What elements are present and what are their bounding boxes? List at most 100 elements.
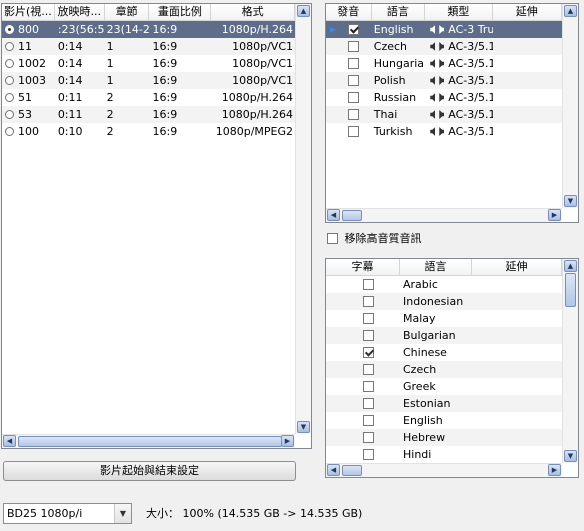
video-list-horizontal-scrollbar[interactable]: ◀ ▶ (2, 434, 295, 448)
audio-list-horizontal-scrollbar[interactable]: ◀ ▶ (326, 208, 562, 222)
column-header-title[interactable]: 影片(視... (2, 4, 55, 20)
chevron-down-icon[interactable]: ▼ (114, 504, 131, 523)
audio-track-checkbox[interactable] (348, 109, 359, 120)
dolby-digital-icon (430, 76, 444, 85)
subtitle-row[interactable]: Hebrew (326, 429, 562, 446)
set-start-end-button[interactable]: 影片起始與結束設定 (3, 461, 296, 481)
subtitle-list-horizontal-scrollbar[interactable]: ◀ ▶ (326, 463, 562, 477)
subtitle-checkbox[interactable] (363, 398, 374, 409)
radio-button[interactable] (5, 25, 14, 34)
subtitle-list[interactable]: 字幕 語言 延伸 Arabic Indonesian Malay Bulgarian C… (325, 258, 579, 478)
audio-list-vertical-scrollbar[interactable]: ▲ ▼ (562, 4, 578, 208)
subtitle-row[interactable]: Arabic (326, 276, 562, 293)
subtitle-checkbox[interactable] (363, 347, 374, 358)
subtitle-row[interactable]: English (326, 412, 562, 429)
radio-button[interactable] (5, 93, 14, 102)
video-title-row[interactable]: 100 0:10 2 16:9 1080p/MPEG2 (2, 123, 295, 140)
scroll-thumb[interactable] (565, 273, 576, 307)
video-title-row[interactable]: 11 0:14 1 16:9 1080p/VC1 (2, 38, 295, 55)
cell-language: Hebrew (403, 431, 446, 444)
scroll-up-arrow[interactable]: ▲ (564, 260, 577, 272)
audio-track-row[interactable]: Hungarian AC-3/5.1 (326, 55, 562, 72)
scroll-right-arrow[interactable]: ▶ (548, 464, 561, 476)
column-header-subtitle[interactable]: 字幕 (326, 259, 400, 275)
audio-track-list[interactable]: 發音 語言 類型 延伸 ▶ English AC-3 TrueHD Czech AC-3… (325, 3, 579, 223)
remove-hd-audio-checkbox[interactable] (327, 233, 338, 244)
video-title-row[interactable]: 51 0:11 2 16:9 1080p/H.264 (2, 89, 295, 106)
subtitle-checkbox[interactable] (363, 296, 374, 307)
scroll-thumb[interactable] (18, 436, 282, 447)
cell-extension (493, 55, 562, 72)
output-profile-dropdown[interactable]: BD25 1080p/i ▼ (3, 503, 132, 524)
column-header-type[interactable]: 類型 (425, 4, 493, 20)
subtitle-row[interactable]: Bulgarian (326, 327, 562, 344)
radio-button[interactable] (5, 110, 14, 119)
cell-chapters: 1 (106, 40, 114, 53)
video-title-row[interactable]: 53 0:11 2 16:9 1080p/H.264 (2, 106, 295, 123)
radio-button[interactable] (5, 42, 14, 51)
video-list-vertical-scrollbar[interactable]: ▲ ▼ (295, 4, 311, 434)
audio-track-checkbox[interactable] (348, 75, 359, 86)
subtitle-checkbox[interactable] (363, 415, 374, 426)
radio-button[interactable] (5, 76, 14, 85)
audio-track-checkbox[interactable] (348, 126, 359, 137)
column-header-audio[interactable]: 發音 (326, 4, 372, 20)
subtitle-checkbox[interactable] (363, 330, 374, 341)
scroll-thumb[interactable] (342, 210, 362, 221)
scroll-down-arrow[interactable]: ▼ (564, 195, 577, 207)
audio-track-row[interactable]: Russian AC-3/5.1 (326, 89, 562, 106)
video-title-list[interactable]: 影片(視... 放映時... 章節 畫面比例 格式 800:23(56:52)2… (1, 3, 312, 449)
subtitle-row[interactable]: Czech (326, 361, 562, 378)
scroll-right-arrow[interactable]: ▶ (281, 435, 294, 447)
scroll-up-arrow[interactable]: ▲ (564, 5, 577, 17)
scroll-left-arrow[interactable]: ◀ (327, 464, 340, 476)
scroll-right-arrow[interactable]: ▶ (548, 209, 561, 221)
video-title-row[interactable]: 1002 0:14 1 16:9 1080p/VC1 (2, 55, 295, 72)
column-header-chapters[interactable]: 章節 (105, 4, 150, 20)
subtitle-row[interactable]: Greek (326, 378, 562, 395)
column-header-extension[interactable]: 延伸 (472, 259, 562, 275)
subtitle-checkbox[interactable] (363, 364, 374, 375)
cell-extension (493, 89, 562, 106)
remove-hd-audio-option[interactable]: 移除高音質音訊 (327, 232, 422, 246)
scroll-down-arrow[interactable]: ▼ (564, 450, 577, 462)
cell-extension (472, 395, 562, 412)
audio-track-row[interactable]: Polish AC-3/5.1 (326, 72, 562, 89)
column-header-language[interactable]: 語言 (372, 4, 426, 20)
scroll-up-arrow[interactable]: ▲ (297, 5, 310, 17)
audio-track-checkbox[interactable] (348, 41, 359, 52)
scroll-left-arrow[interactable]: ◀ (3, 435, 16, 447)
radio-button[interactable] (5, 59, 14, 68)
audio-track-row[interactable]: Thai AC-3/5.1 (326, 106, 562, 123)
scroll-thumb[interactable] (342, 465, 362, 476)
scroll-left-arrow[interactable]: ◀ (327, 209, 340, 221)
video-title-row[interactable]: 800:23(56:52)23(14-21)16:9 1080p/H.264 (2, 21, 295, 38)
subtitle-row[interactable]: Estonian (326, 395, 562, 412)
cell-subtitle-check (326, 378, 400, 395)
audio-track-checkbox[interactable] (348, 92, 359, 103)
subtitle-checkbox[interactable] (363, 381, 374, 392)
audio-track-checkbox[interactable] (348, 58, 359, 69)
subtitle-checkbox[interactable] (363, 279, 374, 290)
video-title-row[interactable]: 1003 0:14 1 16:9 1080p/VC1 (2, 72, 295, 89)
scroll-down-arrow[interactable]: ▼ (297, 421, 310, 433)
column-header-duration[interactable]: 放映時... (55, 4, 105, 20)
subtitle-row[interactable]: Chinese (326, 344, 562, 361)
subtitle-checkbox[interactable] (363, 449, 374, 460)
audio-track-checkbox[interactable] (348, 24, 359, 35)
column-header-aspect[interactable]: 畫面比例 (149, 4, 212, 20)
column-header-format[interactable]: 格式 (211, 4, 295, 20)
column-header-extension[interactable]: 延伸 (493, 4, 562, 20)
radio-button[interactable] (5, 127, 14, 136)
audio-track-row[interactable]: Czech AC-3/5.1 (326, 38, 562, 55)
subtitle-row[interactable]: Malay (326, 310, 562, 327)
subtitle-list-vertical-scrollbar[interactable]: ▲ ▼ (562, 259, 578, 463)
audio-track-row[interactable]: Turkish AC-3/5.1 (326, 123, 562, 140)
subtitle-checkbox[interactable] (363, 432, 374, 443)
subtitle-row[interactable]: Indonesian (326, 293, 562, 310)
column-header-language[interactable]: 語言 (400, 259, 472, 275)
subtitle-row[interactable]: Hindi (326, 446, 562, 463)
subtitle-checkbox[interactable] (363, 313, 374, 324)
cell-extension (472, 361, 562, 378)
audio-track-row[interactable]: ▶ English AC-3 TrueHD (326, 21, 562, 38)
